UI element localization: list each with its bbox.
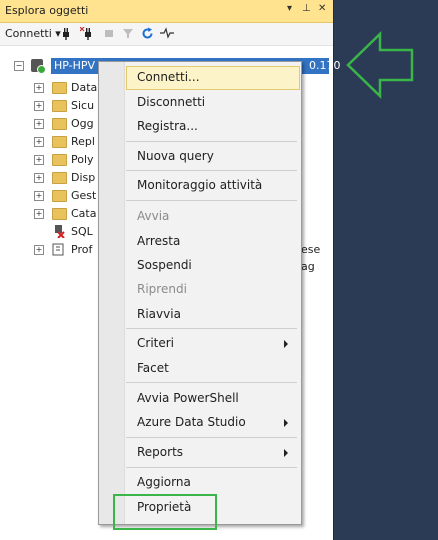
menu-separator xyxy=(126,141,297,142)
expand-icon[interactable]: + xyxy=(34,155,44,165)
menu-item-azure-data-studio[interactable]: Azure Data Studio xyxy=(137,415,246,429)
server-icon xyxy=(31,59,46,74)
menu-item-stop[interactable]: Arresta xyxy=(137,234,180,248)
node-label: SQL xyxy=(71,225,93,238)
menu-item-disconnect[interactable]: Disconnetti xyxy=(137,95,205,109)
expand-icon[interactable]: + xyxy=(34,119,44,129)
folder-icon xyxy=(52,190,67,202)
menu-separator xyxy=(126,328,297,329)
activity-monitor-icon[interactable] xyxy=(160,27,174,43)
folder-icon xyxy=(52,118,67,130)
menu-item-restart[interactable]: Riavvia xyxy=(137,307,181,321)
menu-separator xyxy=(126,200,297,201)
menu-item-reports[interactable]: Reports xyxy=(137,445,183,459)
menu-item-pause[interactable]: Sospendi xyxy=(137,258,192,272)
expand-icon[interactable]: + xyxy=(34,245,44,255)
pin-icon[interactable]: ⊥ xyxy=(302,3,311,14)
tree-node-databases[interactable]: + Data xyxy=(0,79,100,96)
tree-node-security[interactable]: + Sicu xyxy=(0,97,100,114)
menu-gutter xyxy=(99,62,125,524)
expand-icon[interactable]: + xyxy=(34,137,44,147)
tree-node-availability[interactable]: + Disp xyxy=(0,169,100,186)
close-icon[interactable]: ✕ xyxy=(318,3,326,14)
menu-item-activity-monitor[interactable]: Monitoraggio attività xyxy=(137,178,262,192)
node-label: Ogg xyxy=(71,117,94,130)
menu-item-facets[interactable]: Facet xyxy=(137,361,169,375)
connect-button[interactable]: Connetti ▾ xyxy=(5,27,61,41)
menu-item-connect[interactable]: Connetti... xyxy=(137,70,200,84)
expand-icon[interactable]: + xyxy=(34,83,44,93)
tree-node-sql-agent[interactable]: SQL xyxy=(0,223,100,240)
pointer-arrow-icon xyxy=(346,31,414,99)
node-label: Cata xyxy=(71,207,97,220)
menu-separator xyxy=(126,467,297,468)
stop-icon[interactable] xyxy=(104,27,114,43)
properties-highlight-box xyxy=(113,494,217,530)
panel-title: Esplora oggetti xyxy=(5,4,89,17)
context-menu: Connetti... Disconnetti Registra... Nuov… xyxy=(98,61,302,525)
tree-node-server-objects[interactable]: + Ogg xyxy=(0,115,100,132)
profiler-icon xyxy=(52,243,64,261)
node-label: Poly xyxy=(71,153,94,166)
menu-item-new-query[interactable]: Nuova query xyxy=(137,149,214,163)
folder-icon xyxy=(52,82,67,94)
dropdown-icon[interactable]: ▾ xyxy=(287,3,292,14)
node-label: Repl xyxy=(71,135,95,148)
menu-separator xyxy=(126,437,297,438)
node-label: Data xyxy=(71,81,98,94)
toolbar: Connetti ▾ xyxy=(0,23,333,46)
expand-icon[interactable]: + xyxy=(34,209,44,219)
menu-item-policies[interactable]: Criteri xyxy=(137,336,174,350)
agent-status-suffix: ese ag xyxy=(301,243,321,273)
tree-node-replication[interactable]: + Repl xyxy=(0,133,100,150)
folder-icon xyxy=(52,154,67,166)
menu-item-start[interactable]: Avvia xyxy=(137,209,169,223)
filter-icon[interactable] xyxy=(122,27,134,43)
menu-item-register[interactable]: Registra... xyxy=(137,119,198,133)
tree-node-polybase[interactable]: + Poly xyxy=(0,151,100,168)
collapse-server-icon[interactable]: − xyxy=(14,61,24,71)
disconnect-plug-icon[interactable] xyxy=(79,26,94,45)
folder-icon xyxy=(52,208,67,220)
node-label: Sicu xyxy=(71,99,95,112)
menu-separator xyxy=(126,382,297,383)
menu-separator xyxy=(126,170,297,171)
expand-icon[interactable]: + xyxy=(34,101,44,111)
submenu-arrow-icon xyxy=(284,340,288,348)
menu-item-powershell[interactable]: Avvia PowerShell xyxy=(137,391,239,405)
expand-icon[interactable]: + xyxy=(34,191,44,201)
folder-icon xyxy=(52,172,67,184)
tree-node-catalogs[interactable]: + Cata xyxy=(0,205,100,222)
server-label-suffix: 0.170 xyxy=(309,59,341,72)
submenu-arrow-icon xyxy=(284,419,288,427)
folder-icon xyxy=(52,100,67,112)
connect-plug-icon[interactable] xyxy=(60,27,72,45)
node-label: Prof xyxy=(71,243,93,256)
refresh-icon[interactable] xyxy=(141,27,154,44)
node-label: Gest xyxy=(71,189,97,202)
tree-node-management[interactable]: + Gest xyxy=(0,187,100,204)
menu-item-resume[interactable]: Riprendi xyxy=(137,282,187,296)
folder-icon xyxy=(52,136,67,148)
submenu-arrow-icon xyxy=(284,449,288,457)
expand-icon[interactable]: + xyxy=(34,173,44,183)
panel-title-bar: Esplora oggetti ▾ ⊥ ✕ xyxy=(0,0,333,23)
server-label: HP-HPV xyxy=(54,59,96,72)
tree-node-profiler[interactable]: + Prof xyxy=(0,241,100,258)
menu-item-refresh[interactable]: Aggiorna xyxy=(137,475,191,489)
node-label: Disp xyxy=(71,171,96,184)
